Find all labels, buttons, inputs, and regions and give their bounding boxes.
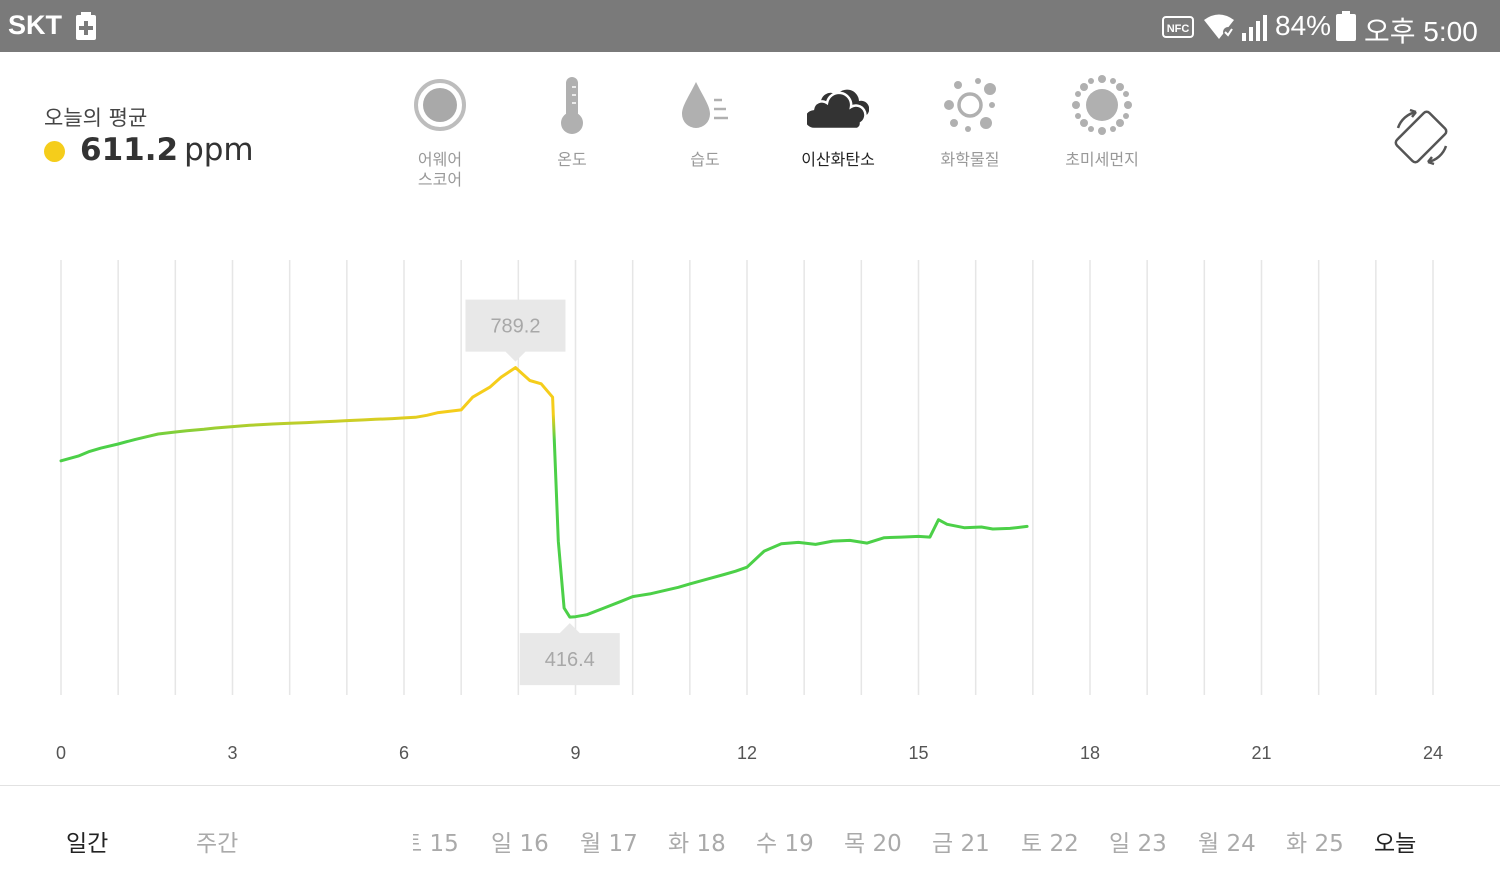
period-daily-tab[interactable]: 일간 (66, 824, 108, 858)
wifi-icon (1202, 12, 1236, 44)
average-value: 611.2 ppm (80, 132, 254, 168)
tab-awair-score[interactable]: 어웨어 스코어 (380, 70, 500, 190)
day-item-partial[interactable]: 토 15 (413, 824, 459, 858)
period-weekly-tab[interactable]: 주간 (196, 824, 238, 858)
nfc-icon: NFC (1162, 16, 1194, 42)
tab-label: 초미세먼지 (1065, 150, 1139, 169)
tab-chemicals[interactable]: 화학물질 (910, 70, 1030, 170)
chemicals-icon (910, 70, 1030, 140)
min-value-callout: 416.4 (519, 623, 620, 686)
x-tick-label: 24 (1423, 743, 1443, 763)
rotate-screen-button[interactable] (1392, 108, 1452, 170)
tab-temperature[interactable]: 온도 (512, 70, 632, 170)
x-tick-label: 0 (56, 743, 66, 763)
day-strip-edge: 토 15 (413, 818, 459, 858)
max-value-callout: 789.2 (465, 299, 566, 362)
co2-line-chart: 0 3 6 9 12 15 18 21 24 789.2 416.4 (56, 260, 1443, 763)
x-tick-label: 6 (399, 743, 409, 763)
day-item[interactable]: 토 22 (1021, 824, 1079, 858)
x-axis-ticks: 0 3 6 9 12 15 18 21 24 (56, 743, 1443, 763)
day-item[interactable]: 금 21 (932, 824, 990, 858)
x-tick-label: 21 (1251, 743, 1271, 763)
tab-label: 화학물질 (940, 150, 1000, 169)
day-item[interactable]: 일 16 (491, 824, 549, 858)
average-unit: ppm (184, 132, 254, 168)
day-item[interactable]: 목 20 (844, 824, 902, 858)
day-item[interactable]: 일 23 (1109, 824, 1167, 858)
battery-saver-icon (76, 12, 96, 44)
score-ring-icon (380, 70, 500, 140)
day-item[interactable]: 수 19 (756, 824, 814, 858)
max-value-label: 789.2 (490, 316, 540, 338)
tab-co2[interactable]: 이산화탄소 (778, 70, 898, 170)
x-tick-label: 12 (737, 743, 757, 763)
x-tick-label: 15 (908, 743, 928, 763)
day-item[interactable]: 월 24 (1198, 824, 1256, 858)
cloud-icon (778, 70, 898, 140)
tab-label: 이산화탄소 (801, 150, 875, 169)
tab-label: 어웨어 스코어 (417, 150, 463, 189)
co2-series-line (59, 366, 1029, 619)
chart-grid (60, 260, 1434, 695)
tab-fine-dust[interactable]: 초미세먼지 (1042, 70, 1162, 170)
average-number: 611.2 (80, 132, 179, 168)
battery-percent: 84% (1275, 10, 1332, 41)
day-item[interactable]: 화 18 (668, 824, 726, 858)
tab-label: 습도 (690, 150, 720, 169)
average-label: 오늘의 평균 (44, 106, 148, 130)
rotate-screen-icon (1394, 108, 1448, 166)
humidity-drop-icon (645, 70, 765, 140)
clock: 오후 5:00 (1364, 16, 1478, 47)
status-bar: SKT NFC 84% 오후 5:00 (0, 0, 1500, 52)
tab-label: 온도 (557, 150, 587, 169)
signal-icon (1240, 13, 1268, 45)
battery-icon (1336, 11, 1356, 45)
nfc-text: NFC (1167, 23, 1190, 35)
thermometer-icon (512, 70, 632, 140)
tab-humidity[interactable]: 습도 (645, 70, 765, 170)
x-tick-label: 18 (1080, 743, 1100, 763)
x-tick-label: 9 (570, 743, 580, 763)
day-item-today[interactable]: 오늘 (1374, 824, 1416, 858)
chart-divider (0, 785, 1500, 786)
day-item[interactable]: 월 17 (580, 824, 638, 858)
x-tick-label: 3 (227, 743, 237, 763)
average-status-dot (44, 141, 65, 162)
dust-icon (1042, 70, 1162, 140)
carrier-label: SKT (8, 10, 62, 40)
day-item[interactable]: 화 25 (1286, 824, 1344, 858)
min-value-label: 416.4 (545, 649, 595, 671)
